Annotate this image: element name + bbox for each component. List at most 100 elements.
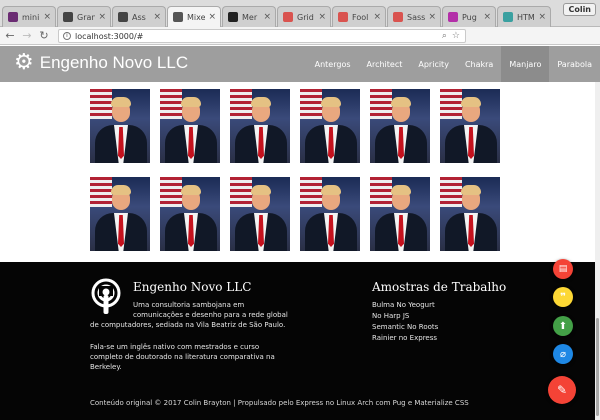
gears-icon: ⚙ (14, 50, 34, 75)
browser-tab[interactable]: mini × (2, 6, 56, 27)
nav-item-manjaro[interactable]: Manjaro (501, 46, 550, 82)
brand-name: Engenho Novo LLC (39, 53, 189, 72)
url-text: localhost:3000/# (75, 31, 144, 41)
gallery-photo[interactable] (230, 89, 290, 163)
tab-title: Pug (462, 12, 477, 22)
gallery-photo[interactable] (300, 89, 360, 163)
tab-title: Sass (407, 12, 426, 22)
upload-fab[interactable]: ⬆ (553, 316, 573, 336)
nav-item-architect[interactable]: Architect (359, 46, 411, 82)
info-icon[interactable]: i (63, 32, 71, 40)
gallery-photo[interactable] (230, 177, 290, 251)
gallery-photo[interactable] (90, 177, 150, 251)
edit-fab[interactable]: ✎ (548, 376, 576, 404)
star-icon[interactable]: ☆ (452, 31, 460, 41)
tab-title: Mer (242, 12, 258, 22)
gallery-photo[interactable] (370, 89, 430, 163)
page-footer: Engenho Novo LLC Uma consultoria samboja… (0, 262, 600, 420)
m-logo-icon (8, 12, 18, 22)
browser-tab[interactable]: Mixe × (167, 6, 221, 27)
heart-icon (448, 12, 458, 22)
browser-tab[interactable]: Grid × (277, 6, 331, 27)
close-icon[interactable]: × (208, 12, 216, 22)
back-icon[interactable]: ← (3, 29, 17, 43)
browser-tab[interactable]: Gran × (57, 6, 111, 27)
podcast-icon (91, 278, 121, 314)
browser-tab[interactable]: Mer × (222, 6, 276, 27)
browser-tab-bar: mini × Gran × Ass × Mixe × Mer × Grid × Fool × Sass × Pu… (0, 0, 600, 27)
m-logo-icon (393, 12, 403, 22)
close-icon[interactable]: × (153, 12, 161, 22)
tab-title: Ass (132, 12, 146, 22)
about-line-6: Berkeley. (90, 363, 122, 371)
upload-icon: ⬆ (558, 320, 568, 332)
tab-title: Mixe (187, 12, 206, 22)
browser-tab[interactable]: Ass × (112, 6, 166, 27)
brand-logo[interactable]: ⚙ Engenho Novo LLC (14, 52, 188, 74)
browser-tab[interactable]: Sass × (387, 6, 441, 27)
forward-icon[interactable]: → (20, 29, 34, 43)
attach-icon: ⌀ (559, 348, 567, 360)
close-icon[interactable]: × (318, 12, 326, 22)
address-bar[interactable]: i localhost:3000/# ⌕ ☆ (58, 29, 466, 43)
scrollbar-thumb[interactable] (596, 318, 599, 416)
gallery-photo[interactable] (160, 89, 220, 163)
chart-icon: ▤ (558, 264, 568, 274)
close-icon[interactable]: × (428, 12, 436, 22)
nav-menu: Antergos Architect Apricity Chakra Manjaro Pa… (307, 46, 600, 82)
quote-fab[interactable]: ❞ (553, 287, 573, 307)
nav-item-antergos[interactable]: Antergos (307, 46, 359, 82)
nav-item-chakra[interactable]: Chakra (457, 46, 501, 82)
quote-icon: ❞ (560, 291, 566, 303)
browser-tab[interactable]: Pug × (442, 6, 496, 27)
tab-title: Fool (352, 12, 369, 22)
close-icon[interactable]: × (263, 12, 271, 22)
work-samples-title: Amostras de Trabalho (372, 280, 507, 294)
close-icon[interactable]: × (538, 12, 546, 22)
site-navbar: ⚙ Engenho Novo LLC Antergos Architect Apri… (0, 46, 600, 82)
edit-icon: ✎ (556, 383, 568, 397)
gallery-photo[interactable] (300, 177, 360, 251)
gallery-photo[interactable] (90, 89, 150, 163)
gallery-photo[interactable] (160, 177, 220, 251)
page-scrollbar[interactable] (595, 82, 600, 420)
tab-title: Grid (297, 12, 314, 22)
about-line-4: Fala-se um inglês nativo com mestrados e… (90, 343, 260, 351)
work-link[interactable]: No Harp JS (372, 312, 409, 320)
reload-icon[interactable]: ↻ (37, 29, 51, 43)
close-icon[interactable]: × (98, 12, 106, 22)
github-icon (228, 12, 238, 22)
profile-button[interactable]: Colin (563, 3, 596, 16)
m-logo-icon (283, 12, 293, 22)
work-link[interactable]: Bulma No Yeogurt (372, 301, 435, 309)
biohazard-icon (118, 12, 128, 22)
work-link[interactable]: Rainier no Express (372, 334, 437, 342)
footer-company-title: Engenho Novo LLC (133, 280, 252, 294)
gallery-photo[interactable] (440, 177, 500, 251)
diamond-icon (173, 12, 183, 22)
globe-icon (503, 12, 513, 22)
close-icon[interactable]: × (483, 12, 491, 22)
nav-item-parabola[interactable]: Parabola (549, 46, 600, 82)
about-line-2: comunicações e desenho para a rede globa… (133, 311, 288, 319)
work-link[interactable]: Semantic No Roots (372, 323, 438, 331)
browser-tab[interactable]: Fool × (332, 6, 386, 27)
close-icon[interactable]: × (43, 12, 51, 22)
search-icon[interactable]: ⌕ (442, 31, 447, 41)
browser-toolbar: ← → ↻ i localhost:3000/# ⌕ ☆ ⬇ ✕ ✦ ≡ ⌒ A… (0, 27, 600, 68)
about-line-5: completo de doutorado na literatura comp… (90, 353, 275, 361)
tab-title: mini (22, 12, 40, 22)
tab-title: Gran (77, 12, 96, 22)
gallery-photo[interactable] (370, 177, 430, 251)
copyright-text: Conteúdo original © 2017 Colin Brayton |… (90, 399, 469, 407)
nav-item-apricity[interactable]: Apricity (410, 46, 457, 82)
biohazard-icon (63, 12, 73, 22)
chart-fab[interactable]: ▤ (553, 259, 573, 279)
about-line-1: Uma consultoria sambojana em (133, 301, 245, 309)
gallery-photo[interactable] (440, 89, 500, 163)
browser-tab[interactable]: HTM × (497, 6, 551, 27)
attach-fab[interactable]: ⌀ (553, 344, 573, 364)
about-line-3: de computadores, sediada na Vila Beatriz… (90, 321, 286, 329)
m-logo-icon (338, 12, 348, 22)
close-icon[interactable]: × (373, 12, 381, 22)
